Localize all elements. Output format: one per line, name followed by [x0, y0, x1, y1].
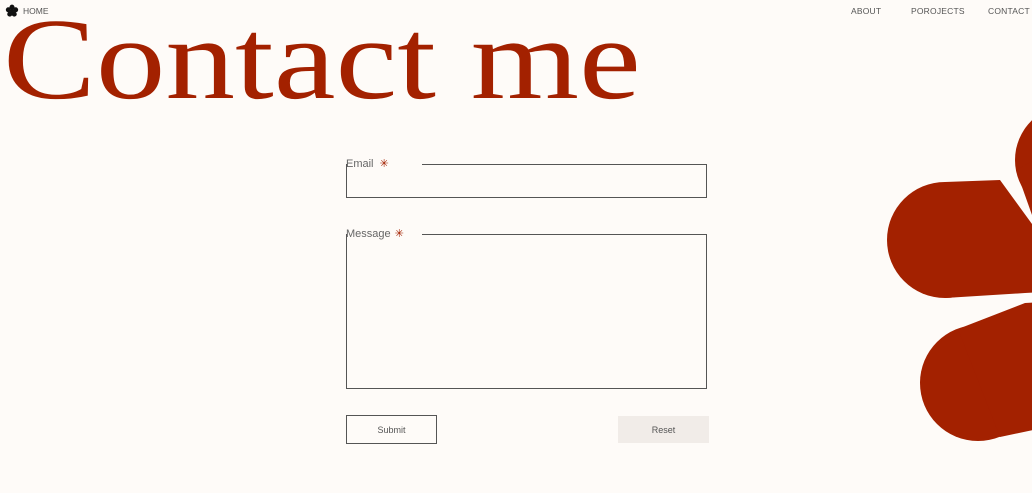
nav-about[interactable]: ABOUT — [851, 6, 881, 16]
email-field[interactable] — [346, 164, 707, 198]
message-field[interactable] — [346, 234, 707, 389]
flower-decoration-icon — [887, 120, 1032, 441]
page-title: Contact me — [3, 0, 641, 124]
submit-button[interactable]: Submit — [346, 415, 437, 444]
nav-projects[interactable]: POROJECTS — [911, 6, 965, 16]
reset-button[interactable]: Reset — [618, 416, 709, 443]
nav-contact[interactable]: CONTACT — [988, 6, 1030, 16]
